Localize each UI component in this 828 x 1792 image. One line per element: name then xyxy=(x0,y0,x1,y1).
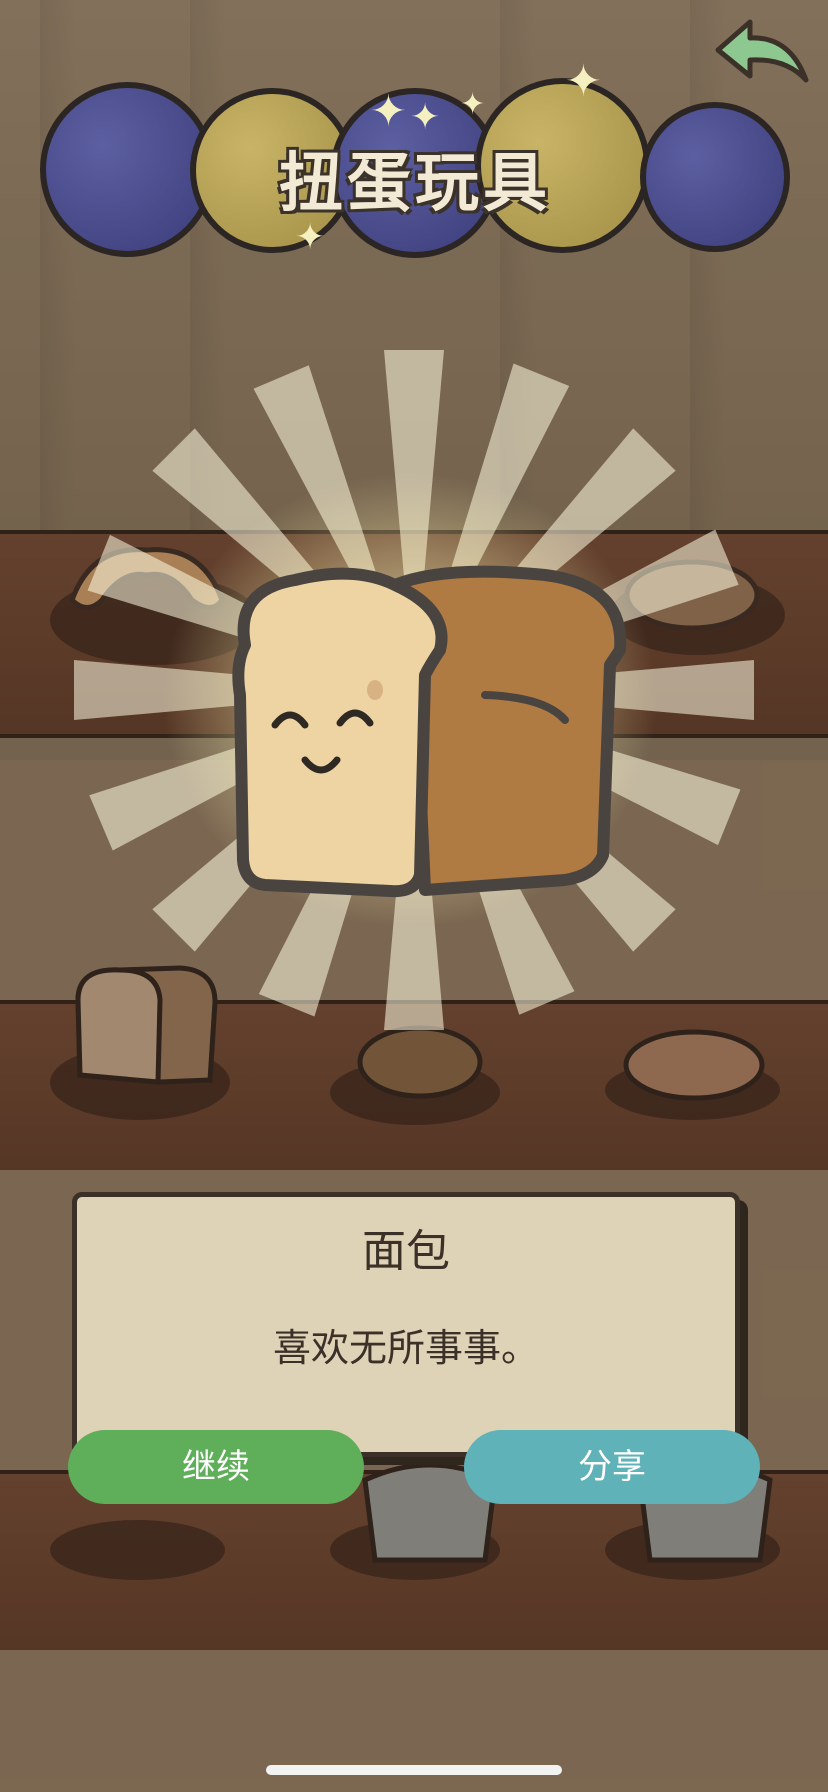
item-name: 面包 xyxy=(362,1226,450,1277)
continue-button[interactable]: 继续 xyxy=(68,1430,364,1504)
sparkle-icon: ✦ xyxy=(370,86,407,137)
home-indicator xyxy=(266,1765,562,1775)
bread-loaf-icon xyxy=(232,565,627,898)
share-button[interactable]: 分享 xyxy=(464,1430,760,1504)
title-banner: ✦ ✦ ✦ ✦ ✦ 扭蛋玩具 xyxy=(40,60,790,270)
sparkle-icon: ✦ xyxy=(565,56,602,107)
item-description: 喜欢无所事事。 xyxy=(272,1326,539,1370)
back-button[interactable] xyxy=(710,14,810,98)
item-info-dialog: 面包 喜欢无所事事。 xyxy=(72,1192,740,1457)
sparkle-icon: ✦ xyxy=(460,87,486,122)
sparkle-icon: ✦ xyxy=(410,97,441,138)
curved-back-arrow-icon xyxy=(715,19,809,83)
page-title: 扭蛋玩具 xyxy=(279,147,551,221)
sparkle-icon: ✦ xyxy=(295,217,326,258)
